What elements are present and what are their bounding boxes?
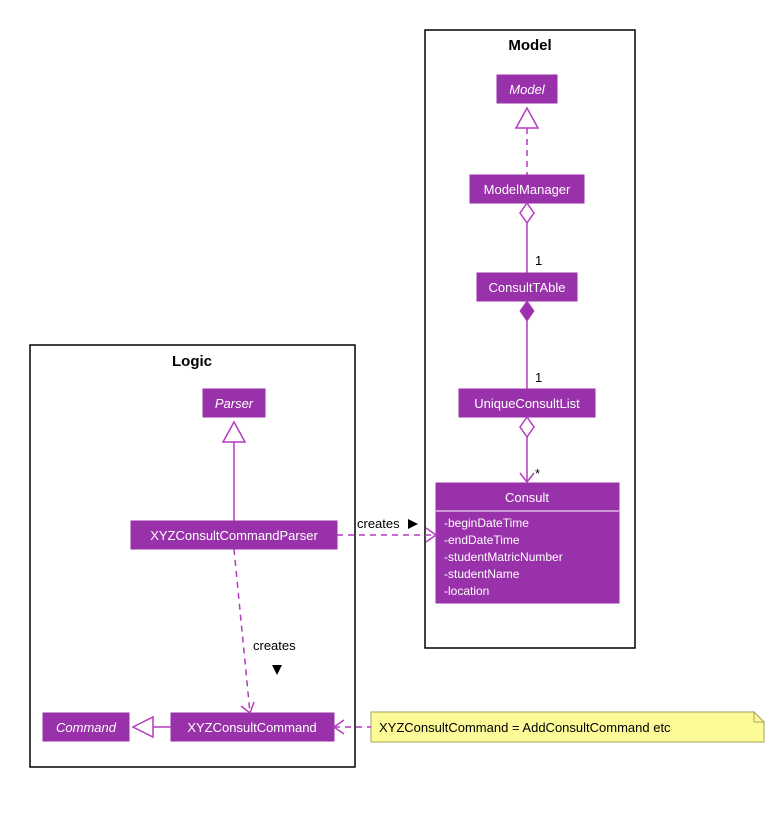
class-consulttable-label: ConsultTAble — [488, 280, 565, 295]
diamond-uniqueconsultlist-aggreg — [520, 417, 534, 437]
arrow-into-xyzcommand — [241, 702, 254, 713]
consult-attr-1: -endDateTime — [444, 533, 520, 547]
label-creates-1: creates — [357, 516, 400, 531]
tri-command-gen — [133, 717, 153, 737]
uml-diagram: Model Model ModelManager 1 ConsultTAble … — [0, 0, 780, 817]
note-xyzcommand: XYZConsultCommand = AddConsultCommand et… — [371, 712, 764, 742]
class-xyzcommand-label: XYZConsultCommand — [187, 720, 316, 735]
mult-1-a: 1 — [535, 253, 542, 268]
label-creates-2: creates — [253, 638, 296, 653]
diamond-modelmanager-aggreg — [520, 203, 534, 223]
tri-parser-realization — [223, 422, 245, 442]
class-command-label: Command — [56, 720, 117, 735]
class-parser-label: Parser — [215, 396, 254, 411]
package-logic-title: Logic — [172, 353, 212, 370]
class-consult-label: Consult — [505, 490, 549, 505]
class-consult: Consult -beginDateTime -endDateTime -stu… — [436, 483, 619, 603]
package-logic-frame — [30, 345, 355, 767]
tri-model-realization — [516, 108, 538, 128]
consult-attr-3: -studentName — [444, 567, 520, 581]
package-model-title: Model — [508, 37, 551, 54]
mult-star: * — [535, 466, 540, 481]
class-uniqueconsultlist-label: UniqueConsultList — [474, 396, 580, 411]
diamond-consulttable-comp — [520, 301, 534, 321]
pointer-creates-1 — [408, 519, 418, 529]
consult-attr-0: -beginDateTime — [444, 516, 529, 530]
consult-attr-4: -location — [444, 584, 489, 598]
line-xyzparser-creates-xyzcommand — [234, 549, 250, 713]
class-modelmanager-label: ModelManager — [484, 182, 571, 197]
class-xyzparser-label: XYZConsultCommandParser — [150, 528, 318, 543]
mult-1-b: 1 — [535, 370, 542, 385]
class-model-interface-label: Model — [509, 82, 546, 97]
note-text: XYZConsultCommand = AddConsultCommand et… — [379, 720, 671, 735]
consult-attr-2: -studentMatricNumber — [444, 550, 563, 564]
pointer-creates-2 — [272, 665, 282, 675]
